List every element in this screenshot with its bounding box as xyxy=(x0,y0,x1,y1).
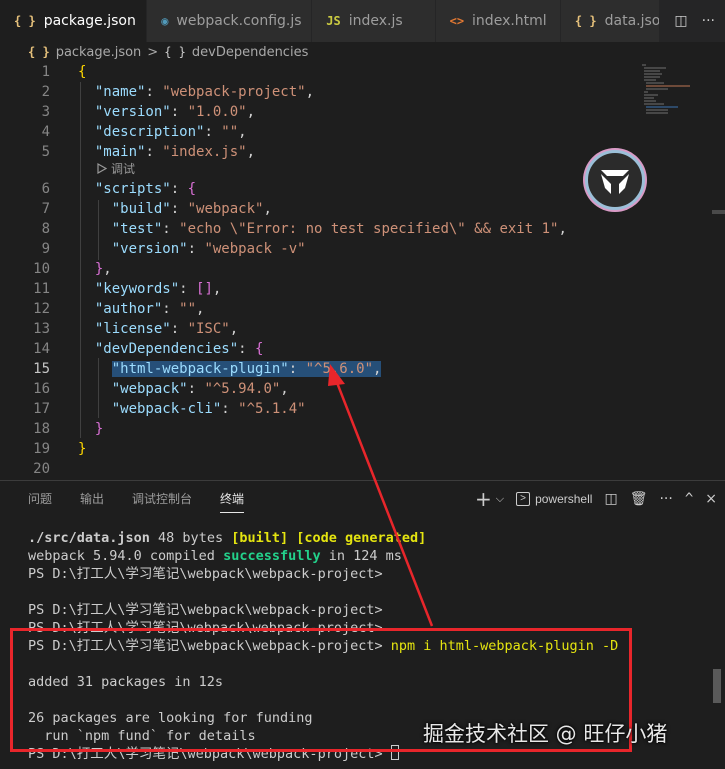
line-number: 4 xyxy=(41,124,50,140)
split-terminal-icon[interactable]: ◫ xyxy=(604,491,617,507)
breadcrumb-separator: > xyxy=(147,44,159,60)
line-number: 10 xyxy=(33,261,50,277)
terminal-scrollbar[interactable] xyxy=(713,669,721,703)
js-file-icon: JS xyxy=(326,14,341,28)
tab-label: index.js xyxy=(348,13,403,29)
terminal-icon: > xyxy=(516,492,531,506)
line-number: 18 xyxy=(33,421,50,437)
code-line: 2 "name": "webpack-project", xyxy=(0,82,640,102)
tab-package-json[interactable]: { } package.json × xyxy=(0,0,148,42)
terminal-line: webpack 5.94.0 compiled successfully in … xyxy=(28,548,402,564)
line-number: 3 xyxy=(41,104,50,120)
new-terminal-icon[interactable]: + xyxy=(475,487,492,511)
line-number: 11 xyxy=(33,281,50,297)
debug-codelens[interactable]: 调试 xyxy=(97,160,135,176)
code-line: 13 "license": "ISC", xyxy=(0,319,640,339)
line-number: 7 xyxy=(41,201,50,217)
code-line: 16 "webpack": "^5.94.0", xyxy=(0,379,640,399)
terminal-prompt: PS D:\打工人\学习笔记\webpack\webpack-project> xyxy=(28,602,383,618)
terminal-line: ./src/data.json 48 bytes [built] [code g… xyxy=(28,530,427,546)
line-number: 15 xyxy=(33,361,50,377)
terminal-shell-label: powershell xyxy=(535,492,593,506)
play-icon xyxy=(97,162,107,174)
terminal-selector[interactable]: > powershell xyxy=(516,492,592,506)
chevron-down-icon[interactable]: ⌵ xyxy=(496,492,504,506)
code-line: 17 "webpack-cli": "^5.1.4" xyxy=(0,399,640,419)
more-actions-icon[interactable]: ··· xyxy=(659,491,672,507)
terminal-prompt: PS D:\打工人\学习笔记\webpack\webpack-project> xyxy=(28,566,383,582)
tab-output[interactable]: 输出 xyxy=(80,481,104,517)
code-editor[interactable]: 1{ 2 "name": "webpack-project", 3 "versi… xyxy=(0,62,725,480)
json-file-icon: { } xyxy=(574,14,597,28)
line-number: 8 xyxy=(41,221,50,237)
code-line: 19} xyxy=(0,439,640,459)
code-line: 7 "build": "webpack", xyxy=(0,199,640,219)
code-line: 14 "devDependencies": { xyxy=(0,339,640,359)
tab-data-json[interactable]: { } data.json xyxy=(560,0,661,42)
close-panel-icon[interactable]: × xyxy=(705,491,717,507)
code-line: 11 "keywords": [], xyxy=(0,279,640,299)
breadcrumb-file[interactable]: package.json xyxy=(56,45,142,60)
logo-icon xyxy=(601,170,629,194)
maximize-panel-icon[interactable]: ^ xyxy=(685,491,693,507)
code-line: 18 } xyxy=(0,419,640,439)
code-line: 6 "scripts": { xyxy=(0,179,640,199)
code-line: 12 "author": "", xyxy=(0,299,640,319)
tab-label: package.json xyxy=(43,13,136,29)
breadcrumb-section[interactable]: devDependencies xyxy=(192,45,308,60)
line-number: 5 xyxy=(41,144,50,160)
tab-problems[interactable]: 问题 xyxy=(28,481,52,517)
object-icon: { } xyxy=(164,45,186,59)
tab-label: data.json xyxy=(604,13,661,29)
line-number: 13 xyxy=(33,321,50,337)
codelens-label: 调试 xyxy=(111,161,136,176)
line-number: 16 xyxy=(33,381,50,397)
assistant-avatar[interactable] xyxy=(585,150,645,210)
line-number: 2 xyxy=(41,84,50,100)
tab-index-js[interactable]: JS index.js xyxy=(312,0,436,42)
tab-webpack-config[interactable]: ◉ webpack.config.js xyxy=(147,0,313,42)
line-number: 19 xyxy=(33,441,50,457)
watermark: 掘金技术社区 @ 旺仔小猪 xyxy=(423,722,668,746)
code-line: 3 "version": "1.0.0", xyxy=(0,102,640,122)
html-file-icon: <> xyxy=(449,14,465,28)
trash-icon[interactable]: 🗑 xyxy=(630,491,648,507)
code-line: 8 "test": "echo \"Error: no test specifi… xyxy=(0,219,640,239)
line-number: 9 xyxy=(41,241,50,257)
code-line: 9 "version": "webpack -v" xyxy=(0,239,640,259)
code-line: 4 "description": "", xyxy=(0,122,640,142)
code-line-selected: 15 "html-webpack-plugin": "^5.6.0", xyxy=(0,359,640,379)
line-number: 6 xyxy=(41,181,50,197)
panel-actions: + ⌵ > powershell ◫ 🗑 ··· ^ × xyxy=(475,481,717,517)
code-line: 20 xyxy=(0,459,640,479)
tab-index-html[interactable]: <> index.html xyxy=(435,0,561,42)
editor-actions: ◫ ··· xyxy=(660,0,725,42)
minimap[interactable] xyxy=(640,62,710,122)
terminal-blank xyxy=(28,583,718,601)
json-file-icon: { } xyxy=(28,45,50,59)
code-line: 5 "main": "index.js", xyxy=(0,142,640,162)
editor-scrollbar[interactable] xyxy=(712,210,725,214)
tab-terminal[interactable]: 终端 xyxy=(220,481,245,517)
split-editor-icon[interactable]: ◫ xyxy=(674,13,687,29)
line-number: 12 xyxy=(33,301,50,317)
code-line: 10 }, xyxy=(0,259,640,279)
tab-label: webpack.config.js xyxy=(176,13,302,29)
more-actions-icon[interactable]: ··· xyxy=(702,13,715,29)
line-number: 14 xyxy=(33,341,50,357)
line-number: 1 xyxy=(41,64,50,80)
line-number: 20 xyxy=(33,461,50,477)
tab-label: index.html xyxy=(472,13,547,29)
line-number: 17 xyxy=(33,401,50,417)
editor-tab-bar: { } package.json × ◉ webpack.config.js J… xyxy=(0,0,725,42)
breadcrumb: { } package.json > { } devDependencies xyxy=(0,42,725,62)
json-file-icon: { } xyxy=(14,14,36,28)
tab-debug-console[interactable]: 调试控制台 xyxy=(132,481,192,517)
webpack-file-icon: ◉ xyxy=(161,14,169,28)
code-line: 1{ xyxy=(0,62,640,82)
